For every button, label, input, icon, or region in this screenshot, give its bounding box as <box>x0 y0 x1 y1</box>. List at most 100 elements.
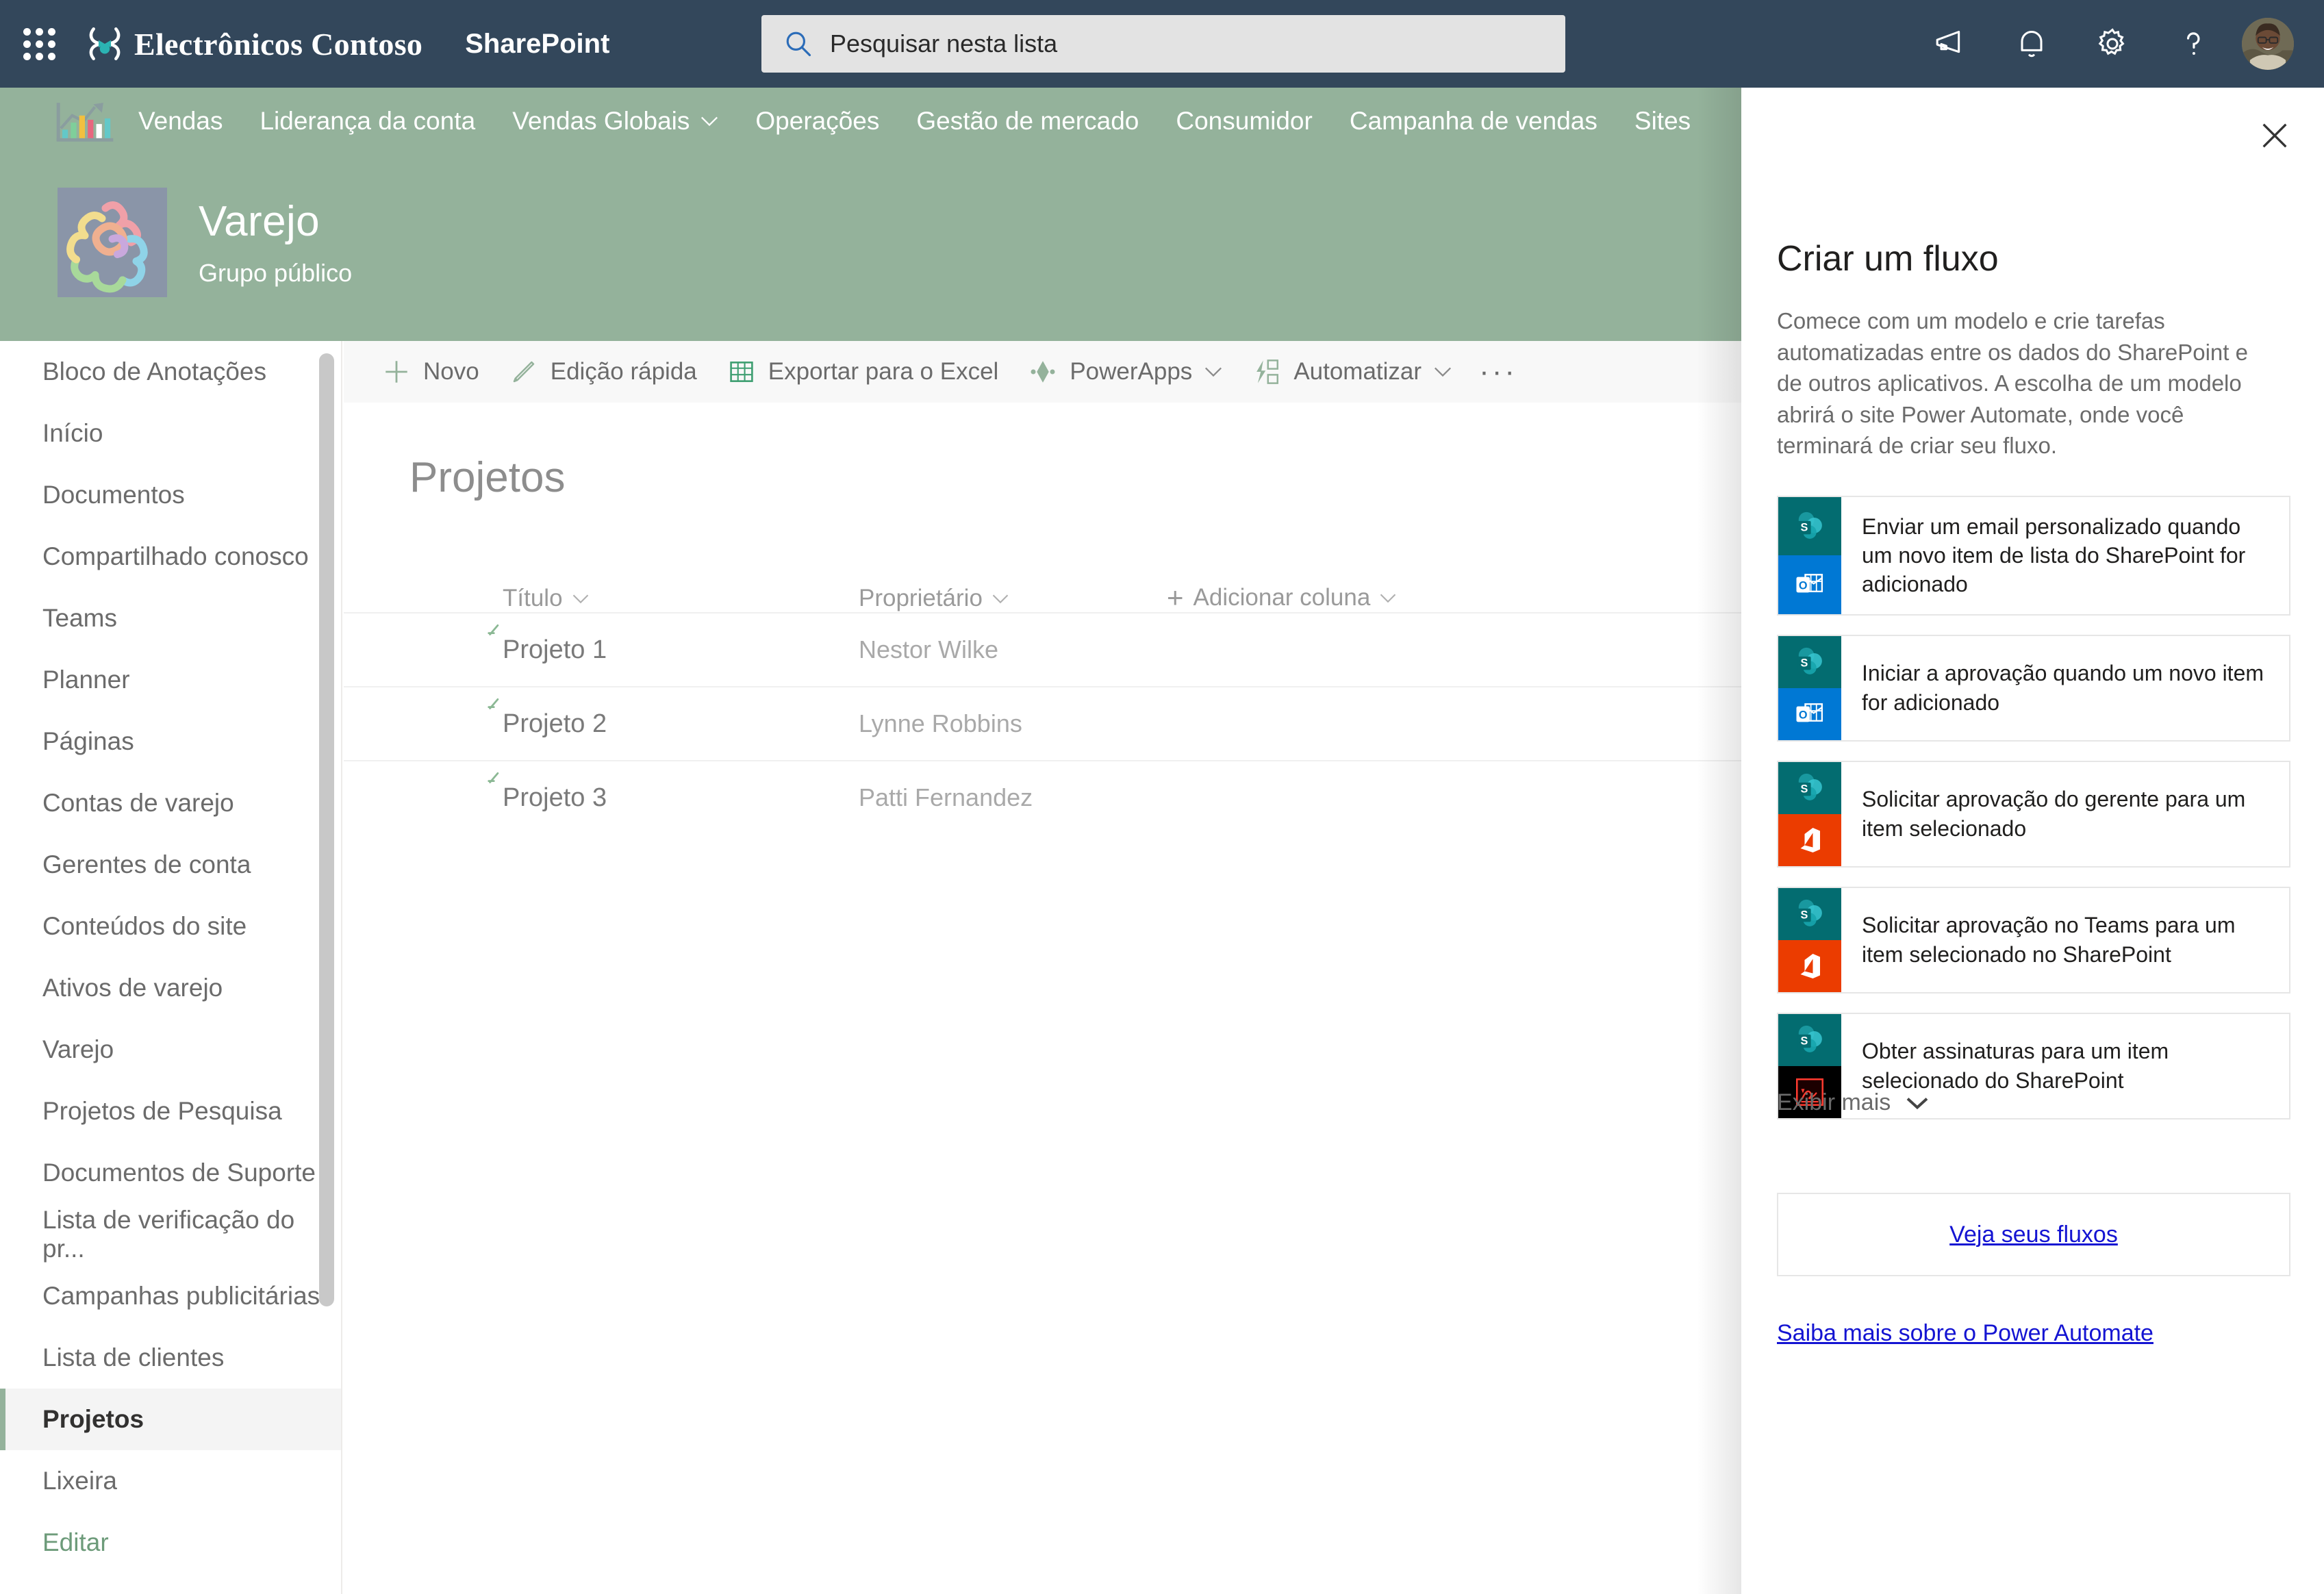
sidebar-item-editar[interactable]: Editar <box>0 1512 341 1573</box>
add-column-button[interactable]: + Adicionar coluna <box>1167 583 1396 612</box>
powerapps-button[interactable]: PowerApps <box>1028 357 1222 386</box>
svg-text:S: S <box>1800 657 1808 669</box>
svg-text:S: S <box>1800 783 1808 795</box>
sidebar-item-paginas[interactable]: Páginas <box>0 711 341 772</box>
nav-items: Vendas Liderança da conta Vendas Globais… <box>114 107 1691 136</box>
app-root: Electrônicos Contoso SharePoint Pesquisa… <box>0 0 2324 1594</box>
automate-button[interactable]: Automatizar <box>1252 357 1452 386</box>
sidebar-item-teams[interactable]: Teams <box>0 587 341 649</box>
sidebar-item-varejo[interactable]: Varejo <box>0 1019 341 1080</box>
close-icon <box>2262 123 2287 148</box>
sidebar-item-label: Páginas <box>42 727 134 755</box>
table-row[interactable]: Projeto 1 Nestor Wilke <box>344 612 1741 686</box>
office-glyph <box>1800 953 1820 978</box>
avatar[interactable] <box>2242 18 2294 70</box>
sidebar-item-planner[interactable]: Planner <box>0 649 341 711</box>
nav-item-consumidor[interactable]: Consumidor <box>1176 107 1312 136</box>
flow-template-card[interactable]: S O Iniciar a aprovação quando um novo i… <box>1777 634 2290 742</box>
see-flows-box[interactable]: Veja seus fluxos <box>1777 1193 2290 1276</box>
sidebar-item-compartilhado-conosco[interactable]: Compartilhado conosco <box>0 526 341 587</box>
sidebar-item-documentos[interactable]: Documentos <box>0 464 341 526</box>
sharepoint-icon: S <box>1778 497 1841 556</box>
table-row[interactable]: Projeto 2 Lynne Robbins <box>344 686 1741 760</box>
nav-item-vendas-globais[interactable]: Vendas Globais <box>512 107 718 136</box>
avatar-photo <box>2242 18 2294 70</box>
automate-icon <box>1256 359 1279 384</box>
row-title: Projeto 3 <box>503 783 607 812</box>
sidebar-item-label: Lixeira <box>42 1467 117 1495</box>
settings-button[interactable] <box>2072 0 2153 88</box>
sharepoint-glyph: S <box>1797 899 1822 926</box>
sidebar-item-label: Documentos de Suporte <box>42 1159 316 1187</box>
search-input[interactable]: Pesquisar nesta lista <box>830 29 1057 58</box>
sidebar-scrollbar[interactable] <box>319 353 334 1306</box>
see-flows-link[interactable]: Veja seus fluxos <box>1949 1222 2118 1248</box>
sidebar-item-bloco-de-anotacoes[interactable]: Bloco de Anotações <box>0 341 341 403</box>
sidebar-item-inicio[interactable]: Início <box>0 403 341 464</box>
sidebar-item-label: Bloco de Anotações <box>42 357 267 385</box>
outlook-glyph: O <box>1796 703 1823 722</box>
learn-more-link[interactable]: Saiba mais sobre o Power Automate <box>1777 1320 2154 1347</box>
nav-item-vendas[interactable]: Vendas <box>138 107 223 136</box>
chevron-down-icon <box>1205 367 1222 377</box>
notifications-button[interactable] <box>1991 0 2072 88</box>
sidebar-item-contas-de-varejo[interactable]: Contas de varejo <box>0 772 341 834</box>
megaphone-button[interactable] <box>1910 0 1991 88</box>
sidebar: Bloco de Anotações Início Documentos Com… <box>0 341 342 1594</box>
new-button[interactable]: Novo <box>382 357 479 386</box>
sidebar-item-lista-de-clientes[interactable]: Lista de clientes <box>0 1327 341 1389</box>
chevron-down-icon <box>1435 367 1452 377</box>
search-box[interactable]: Pesquisar nesta lista <box>761 15 1565 73</box>
office-icon <box>1778 813 1841 866</box>
office-glyph <box>1800 827 1820 852</box>
quick-edit-button[interactable]: Edição rápida <box>509 357 697 386</box>
nav-label: Vendas Globais <box>512 107 690 135</box>
sidebar-item-lista-de-verificacao[interactable]: Lista de verificação do pr... <box>0 1204 341 1265</box>
expand-icon <box>488 772 499 783</box>
column-label: Adicionar coluna <box>1193 584 1371 611</box>
command-label: Automatizar <box>1293 358 1422 385</box>
expand-icon <box>488 698 499 709</box>
nav-label: Consumidor <box>1176 107 1313 135</box>
sharepoint-icon: S <box>1778 1013 1841 1066</box>
sidebar-item-projetos[interactable]: Projetos <box>0 1389 341 1450</box>
flow-template-card[interactable]: S Solicitar aprovação no Teams para um i… <box>1777 886 2290 994</box>
sidebar-item-conteudos-do-site[interactable]: Conteúdos do site <box>0 896 341 957</box>
list-view: Projetos Título Proprietário + Adicionar… <box>344 403 1741 1594</box>
panel-title: Criar um fluxo <box>1777 239 1999 279</box>
show-more-label: Exibir mais <box>1777 1089 1891 1115</box>
column-label: Proprietário <box>859 585 983 611</box>
sharepoint-icon: S <box>1778 887 1841 940</box>
table-row[interactable]: Projeto 3 Patti Fernandez <box>344 760 1741 834</box>
flow-template-card[interactable]: S Solicitar aprovação do gerente para um… <box>1777 760 2290 868</box>
nav-item-lideranca-da-conta[interactable]: Liderança da conta <box>260 107 475 136</box>
export-excel-button[interactable]: Exportar para o Excel <box>727 357 998 386</box>
sidebar-item-ativos-de-varejo[interactable]: Ativos de varejo <box>0 957 341 1019</box>
flow-template-text: Solicitar aprovação no Teams para um ite… <box>1862 913 2236 967</box>
panel-description: Comece com um modelo e crie tarefas auto… <box>1777 308 2248 459</box>
site-privacy-label: Grupo público <box>199 259 353 287</box>
nav-item-sites[interactable]: Sites <box>1634 107 1691 136</box>
nav-item-operacoes[interactable]: Operações <box>755 107 879 136</box>
sidebar-item-documentos-de-suporte[interactable]: Documentos de Suporte <box>0 1142 341 1204</box>
column-header-proprietario[interactable]: Proprietário <box>859 585 1167 612</box>
nav-item-campanha-de-vendas[interactable]: Campanha de vendas <box>1350 107 1597 136</box>
more-commands-button[interactable]: ··· <box>1479 355 1517 389</box>
show-more-button[interactable]: Exibir mais <box>1777 1089 1929 1116</box>
sidebar-item-projetos-de-pesquisa[interactable]: Projetos de Pesquisa <box>0 1080 341 1142</box>
sidebar-item-label: Varejo <box>42 1035 114 1063</box>
sidebar-item-campanhas-publicitarias[interactable]: Campanhas publicitárias <box>0 1265 341 1327</box>
flow-template-icons: S O <box>1778 635 1841 740</box>
sidebar-item-gerentes-de-conta[interactable]: Gerentes de conta <box>0 834 341 896</box>
flow-template-card[interactable]: S O Enviar um email personalizado quando… <box>1777 496 2290 616</box>
close-panel-button[interactable] <box>2251 112 2298 159</box>
powerapps-icon <box>1031 361 1055 383</box>
help-button[interactable] <box>2153 0 2234 88</box>
app-launcher-icon[interactable] <box>23 28 55 60</box>
nav-item-gestao-de-mercado[interactable]: Gestão de mercado <box>916 107 1139 136</box>
column-header-titulo[interactable]: Título <box>503 585 859 612</box>
sidebar-item-lixeira[interactable]: Lixeira <box>0 1450 341 1512</box>
gear-icon <box>2098 28 2125 55</box>
suite-actions <box>1910 0 2306 88</box>
sharepoint-glyph: S <box>1797 1025 1822 1052</box>
